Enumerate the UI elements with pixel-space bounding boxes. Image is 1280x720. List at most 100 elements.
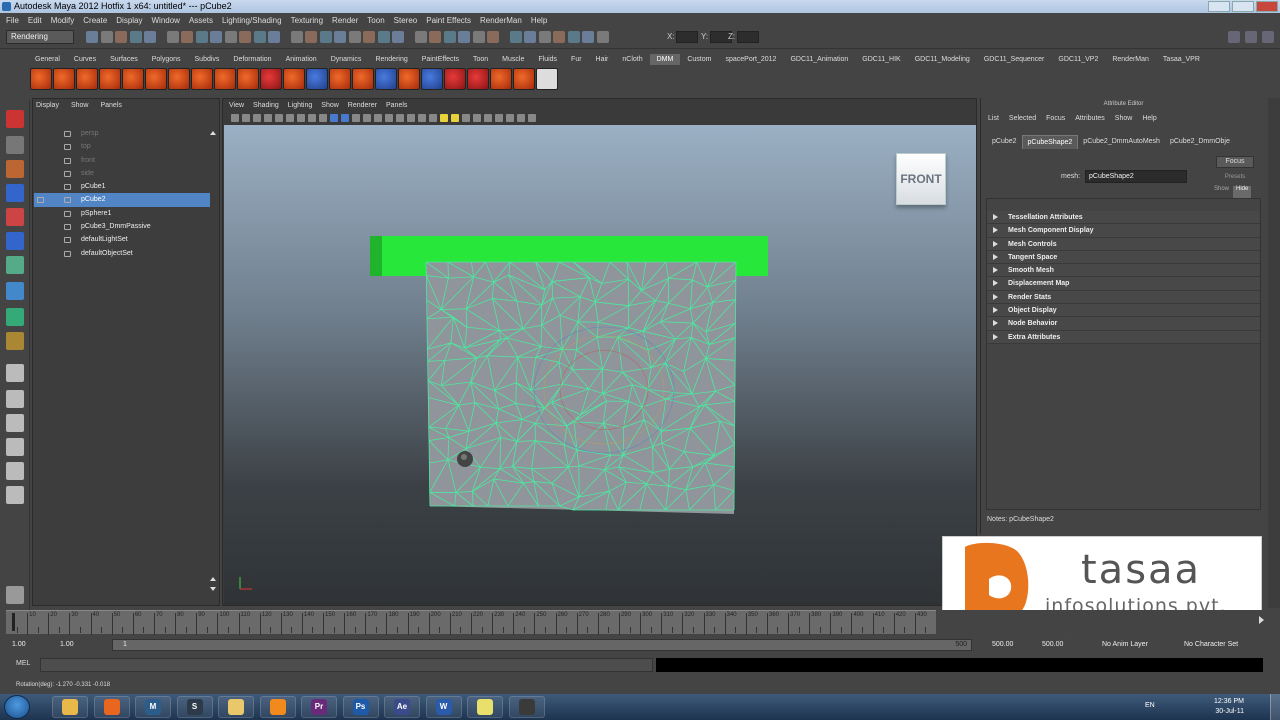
statusline-tool-icon[interactable]: [195, 31, 208, 43]
command-input[interactable]: [40, 658, 653, 672]
dmm-shelf-button-icon[interactable]: [490, 68, 512, 90]
select-tool-icon[interactable]: [6, 110, 24, 128]
language-indicator[interactable]: EN: [1145, 702, 1155, 709]
viewport-toolbar-icon[interactable]: [396, 114, 404, 122]
start-button[interactable]: [4, 695, 30, 719]
shelf-tab-subdivs[interactable]: Subdivs: [188, 54, 227, 65]
z-field[interactable]: [737, 31, 759, 43]
statusline-tool-icon[interactable]: [305, 31, 317, 43]
outliner-item-top[interactable]: top: [34, 140, 210, 153]
menu-render[interactable]: Render: [332, 16, 358, 25]
range-bar[interactable]: 1 500: [112, 639, 972, 651]
viewport-toolbar-icon[interactable]: [330, 114, 338, 122]
viewport-menu-shading[interactable]: Shading: [253, 99, 279, 112]
outliner-item-pcube1[interactable]: pCube1: [34, 180, 210, 193]
statusline-tool-icon[interactable]: [224, 31, 237, 43]
end-time-field[interactable]: 500.00: [1042, 639, 1063, 651]
statusline-tool-icon[interactable]: [487, 31, 499, 43]
menu-modify[interactable]: Modify: [51, 16, 75, 25]
shelf-tab-spaceport-2012[interactable]: spacePort_2012: [718, 54, 783, 65]
shelf-tab-toon[interactable]: Toon: [466, 54, 495, 65]
outliner-item-psphere1[interactable]: pSphere1: [34, 207, 210, 220]
outliner-item-front[interactable]: front: [34, 154, 210, 167]
shelf-tab-gdc11-sequencer[interactable]: GDC11_Sequencer: [977, 54, 1052, 65]
dmm-shelf-button-icon[interactable]: [421, 68, 443, 90]
shelf-tab-animation[interactable]: Animation: [279, 54, 324, 65]
taskbar-app-button[interactable]: Ps: [342, 696, 379, 718]
viewport-toolbar-icon[interactable]: [462, 114, 470, 122]
statusline-tool-icon[interactable]: [129, 31, 142, 43]
taskbar-app-button[interactable]: [93, 696, 130, 718]
ae-section-tessellation-attributes[interactable]: Tessellation Attributes: [987, 211, 1260, 225]
viewport-toolbar-icon[interactable]: [385, 114, 393, 122]
viewport-toolbar-icon[interactable]: [484, 114, 492, 122]
outliner-item-pcube3-dmmpassive[interactable]: pCube3_DmmPassive: [34, 220, 210, 233]
x-field[interactable]: [676, 31, 698, 43]
shelf-tab-general[interactable]: General: [28, 54, 67, 65]
outliner-item-pcube2[interactable]: pCube2: [34, 193, 210, 207]
ae-menu-focus[interactable]: Focus: [1046, 110, 1065, 128]
dmm-shelf-button-icon[interactable]: [168, 68, 190, 90]
dmm-shelf-button-icon[interactable]: [513, 68, 535, 90]
statusline-tool-icon[interactable]: [429, 31, 441, 43]
viewport-toolbar-icon[interactable]: [528, 114, 536, 122]
dmm-shelf-button-icon[interactable]: [122, 68, 144, 90]
statusline-tool-icon[interactable]: [348, 31, 361, 43]
viewport-toolbar-icon[interactable]: [319, 114, 327, 122]
taskbar-app-button[interactable]: [52, 696, 88, 718]
move-tool-icon[interactable]: [6, 184, 24, 202]
statusline-tool-icon[interactable]: [253, 31, 266, 43]
viewport-toolbar-icon[interactable]: [352, 114, 360, 122]
ae-section-extra-attributes[interactable]: Extra Attributes: [987, 330, 1260, 344]
close-button[interactable]: [1256, 1, 1278, 12]
menu-file[interactable]: File: [6, 16, 19, 25]
dmm-shelf-button-icon[interactable]: [283, 68, 305, 90]
start-time-field[interactable]: 1.00: [12, 639, 26, 651]
ae-section-smooth-mesh[interactable]: Smooth Mesh: [987, 264, 1260, 278]
viewport-toolbar-icon[interactable]: [308, 114, 316, 122]
outliner-scrollbar[interactable]: [210, 131, 217, 601]
statusline-tool-icon[interactable]: [582, 31, 594, 43]
viewport-toolbar-icon[interactable]: [242, 114, 250, 122]
presets-button[interactable]: Presets: [1216, 171, 1254, 183]
menu-set-dropdown[interactable]: Rendering: [6, 30, 74, 44]
ae-menu-attributes[interactable]: Attributes: [1075, 110, 1105, 128]
expand-icon[interactable]: [37, 197, 44, 204]
ae-section-node-behavior[interactable]: Node Behavior: [987, 317, 1260, 331]
ae-menu-help[interactable]: Help: [1142, 110, 1156, 128]
menu-renderman[interactable]: RenderMan: [480, 16, 522, 25]
viewport-toolbar-icon[interactable]: [253, 114, 261, 122]
menu-assets[interactable]: Assets: [189, 16, 213, 25]
dmm-shelf-button-icon[interactable]: [375, 68, 397, 90]
viewport-toolbar-icon[interactable]: [374, 114, 382, 122]
ae-menu-selected[interactable]: Selected: [1009, 110, 1036, 128]
side-panel-tabs[interactable]: [1268, 98, 1280, 608]
outliner-menu-display[interactable]: Display: [36, 99, 59, 112]
shelf-tab-ncloth[interactable]: nCloth: [615, 54, 649, 65]
current-time-marker[interactable]: [12, 613, 15, 631]
playback-start-field[interactable]: 1.00: [60, 639, 74, 651]
dmm-shelf-button-icon[interactable]: [467, 68, 489, 90]
viewport-toolbar-icon[interactable]: [418, 114, 426, 122]
dmm-shelf-button-icon[interactable]: [214, 68, 236, 90]
single-pane-layout-icon[interactable]: [6, 364, 24, 382]
outliner-item-defaultlightset[interactable]: defaultLightSet: [34, 233, 210, 246]
maximize-button[interactable]: [1232, 1, 1254, 12]
anim-layer-dropdown[interactable]: No Anim Layer: [1102, 639, 1148, 651]
viewport-scene[interactable]: FRONT: [224, 125, 976, 605]
shelf-tab-polygons[interactable]: Polygons: [145, 54, 188, 65]
show-desktop-button[interactable]: [1270, 694, 1280, 720]
statusline-tool-icon[interactable]: [210, 31, 222, 43]
shelf-tab-gdc11-modeling[interactable]: GDC11_Modeling: [908, 54, 977, 65]
statusline-tool-icon[interactable]: [392, 31, 404, 43]
statusline-tool-icon[interactable]: [363, 31, 375, 43]
ae-section-render-stats[interactable]: Render Stats: [987, 290, 1260, 305]
manipulator-tool-icon[interactable]: [6, 256, 24, 274]
statusline-tool-icon[interactable]: [290, 31, 303, 43]
scale-tool-icon[interactable]: [6, 232, 24, 250]
ae-menu-show[interactable]: Show: [1115, 110, 1133, 128]
statusline-tool-icon[interactable]: [443, 31, 456, 43]
tool-settings-icon[interactable]: [6, 586, 24, 604]
dmm-shelf-button-icon[interactable]: [145, 68, 167, 90]
dmm-shelf-button-icon[interactable]: [191, 68, 213, 90]
